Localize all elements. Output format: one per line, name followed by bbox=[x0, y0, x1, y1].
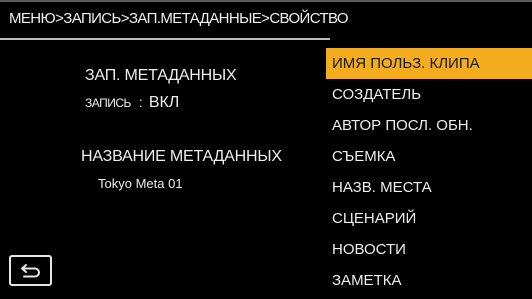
metadata-name-title: НАЗВАНИЕ МЕТАДАННЫХ bbox=[81, 148, 282, 165]
record-label: ЗАПИСЬ bbox=[85, 96, 131, 110]
record-value: ВКЛ bbox=[148, 94, 180, 111]
record-status-row: ЗАПИСЬ: ВКЛ bbox=[85, 94, 179, 112]
breadcrumb: МЕНЮ>ЗАПИСЬ>ЗАП.МЕТАДАННЫЕ>СВОЙСТВО bbox=[9, 10, 349, 27]
menu-item-creator[interactable]: СОЗДАТЕЛЬ bbox=[326, 79, 532, 110]
menu-item-news[interactable]: НОВОСТИ bbox=[326, 234, 532, 265]
menu-item-memo[interactable]: ЗАМЕТКА bbox=[326, 265, 532, 296]
back-button[interactable] bbox=[9, 255, 52, 286]
header-bar: МЕНЮ>ЗАПИСЬ>ЗАП.МЕТАДАННЫЕ>СВОЙСТВО bbox=[0, 0, 532, 38]
menu-item-scenario[interactable]: СЦЕНАРИЙ bbox=[326, 203, 532, 234]
menu-item-clip-user-name[interactable]: ИМЯ ПОЛЬЗ. КЛИПА bbox=[326, 48, 532, 79]
metadata-record-title: ЗАП. МЕТАДАННЫХ bbox=[85, 67, 237, 84]
menu-item-shooting[interactable]: СЪЕМКА bbox=[326, 141, 532, 172]
menu-item-last-update-author[interactable]: АВТОР ПОСЛ. ОБН. bbox=[326, 110, 532, 141]
return-arrow-icon bbox=[21, 264, 40, 278]
record-separator: : bbox=[138, 94, 143, 110]
menu-item-location-name[interactable]: НАЗВ. МЕСТА bbox=[326, 172, 532, 203]
property-menu: ИМЯ ПОЛЬЗ. КЛИПА СОЗДАТЕЛЬ АВТОР ПОСЛ. О… bbox=[326, 48, 532, 296]
metadata-name-value: Tokyo Meta 01 bbox=[98, 176, 183, 191]
menu-screen: МЕНЮ>ЗАПИСЬ>ЗАП.МЕТАДАННЫЕ>СВОЙСТВО ЗАП.… bbox=[0, 0, 532, 299]
